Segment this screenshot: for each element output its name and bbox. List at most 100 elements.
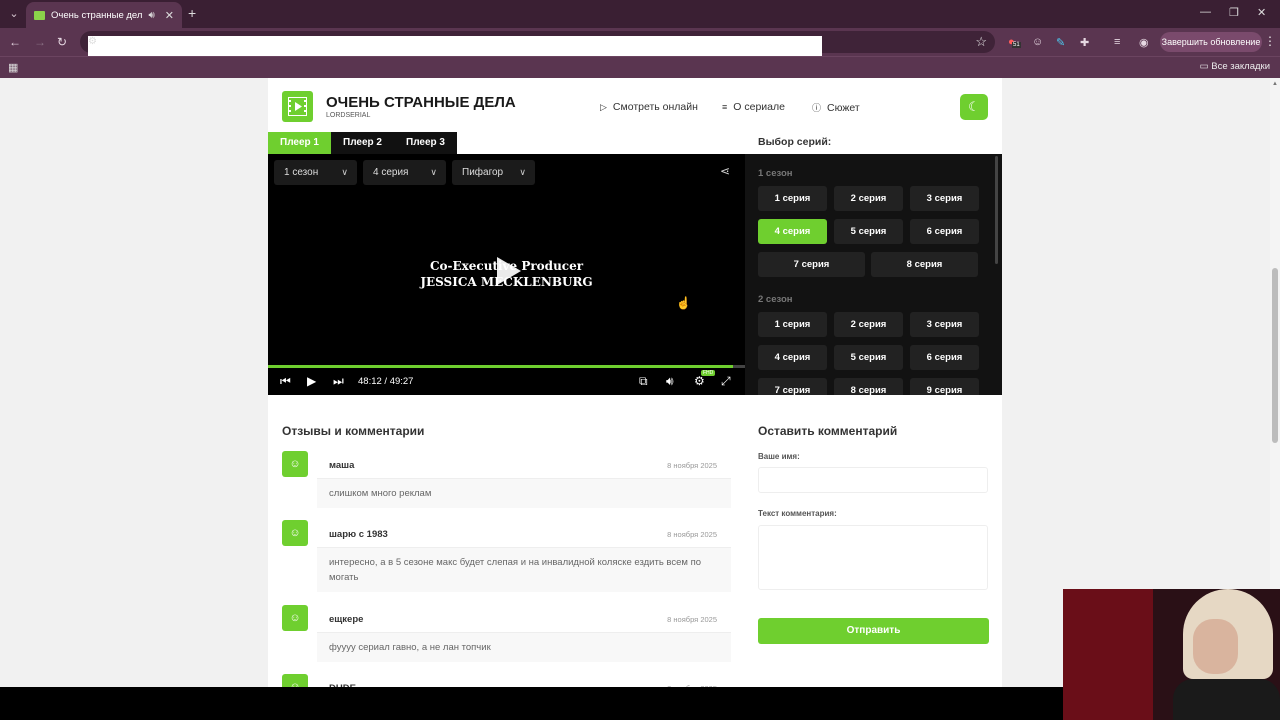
list-icon: ≡ xyxy=(722,102,728,112)
progress-fill xyxy=(268,365,734,368)
settings-gear-icon[interactable]: ⚙ xyxy=(694,374,705,388)
forward-icon[interactable]: → xyxy=(34,35,46,49)
browser-tab[interactable]: Очень странные дела Смо 🔊︎ ✕ xyxy=(26,2,182,28)
player-tab-3[interactable]: Плеер 3 xyxy=(394,132,457,154)
episode-button[interactable]: 2 серия xyxy=(834,186,903,211)
logo-icon[interactable] xyxy=(282,91,313,122)
season-heading: 1 сезон xyxy=(758,168,793,179)
episode-button[interactable]: 7 серия xyxy=(758,252,865,277)
episode-button[interactable]: 7 серия xyxy=(758,378,827,395)
site-title[interactable]: ОЧЕНЬ СТРАННЫЕ ДЕЛА xyxy=(326,94,516,111)
all-bookmarks-label: Все закладки xyxy=(1211,61,1270,72)
season-select[interactable]: 1 сезон ∨ xyxy=(274,160,357,185)
season-heading: 2 сезон xyxy=(758,294,793,305)
voice-select-value: Пифагор xyxy=(462,167,504,178)
url-text: ochen-strannye-dela-lordserials.ru xyxy=(104,36,256,47)
player-tab-2[interactable]: Плеер 2 xyxy=(331,132,394,154)
comment-text: слишком много реклам xyxy=(329,488,432,499)
picture-in-picture-icon[interactable]: ⧉ xyxy=(639,374,648,389)
comment-author: ещкере xyxy=(329,614,364,625)
webcam-background xyxy=(1063,589,1153,720)
next-icon[interactable]: ⏭︎ xyxy=(333,374,344,389)
apps-grid-icon[interactable]: ▦ xyxy=(8,61,18,74)
chevron-down-icon: ∨ xyxy=(341,167,348,177)
episode-select-value: 4 серия xyxy=(373,167,409,178)
episode-button[interactable]: 3 серия xyxy=(910,186,979,211)
restore-icon[interactable]: ❐ xyxy=(1229,6,1239,19)
comment-text-label: Текст комментария: xyxy=(758,509,837,518)
scroll-up-icon[interactable]: ▲ xyxy=(1272,81,1278,87)
dark-mode-moon-icon[interactable]: ☾ xyxy=(960,94,988,120)
profile-avatar-icon[interactable]: ◉ xyxy=(1139,36,1149,49)
episode-select-label: Выбор серий: xyxy=(758,136,832,148)
comment-card: DUDE 8 ноября 2025 xyxy=(317,674,731,687)
fullscreen-icon[interactable]: ⤢ xyxy=(721,374,731,389)
episode-button[interactable]: 5 серия xyxy=(834,219,903,244)
new-tab-button[interactable]: + xyxy=(188,5,196,21)
translate-extension-icon[interactable]: ✎ xyxy=(1056,36,1065,49)
comment-textarea[interactable] xyxy=(758,525,988,590)
episode-button[interactable]: 5 серия xyxy=(834,345,903,370)
user-avatar-icon: ☺ xyxy=(282,451,308,477)
episode-button[interactable]: 6 серия xyxy=(910,345,979,370)
comment-date: 8 ноября 2025 xyxy=(667,461,717,470)
volume-icon[interactable]: 🔊︎ xyxy=(666,374,674,389)
comment-card: шарю с 1983 8 ноября 2025 интересно, а в 5… xyxy=(317,520,731,592)
player-tab-1[interactable]: Плеер 1 xyxy=(268,132,331,154)
webcam-overlay xyxy=(1063,589,1280,720)
update-button[interactable]: Завершить обновление xyxy=(1160,32,1262,52)
browser-toolbar: ← → ↻ ⚙ ochen-strannye-dela-lordserials.… xyxy=(0,28,1280,645)
nav-plot-label: Сюжет xyxy=(827,101,860,114)
minimize-icon[interactable]: — xyxy=(1200,6,1211,18)
comment-date: 8 ноября 2025 xyxy=(667,615,717,624)
time-display: 48:12 / 49:27 xyxy=(358,376,414,387)
close-window-icon[interactable]: ✕ xyxy=(1257,6,1266,19)
previous-icon[interactable]: ⏮︎ xyxy=(280,374,291,389)
extension-badge: 51 xyxy=(1012,42,1021,48)
episode-button[interactable]: 6 серия xyxy=(910,219,979,244)
nav-about[interactable]: ≡ О сериале xyxy=(722,101,785,113)
all-bookmarks[interactable]: ▭ Все закладки xyxy=(1200,61,1270,72)
address-bar[interactable]: ⚙ ochen-strannye-dela-lordserials.ru ☆ xyxy=(80,31,995,645)
voice-select[interactable]: Пифагор ∨ xyxy=(452,160,535,185)
episode-button[interactable]: 1 серия xyxy=(758,312,827,337)
comment-card: маша 8 ноября 2025 слишком много реклам xyxy=(317,451,731,508)
episode-button[interactable]: 2 серия xyxy=(834,312,903,337)
video-player[interactable]: 1 сезон ∨ 4 серия ∨ Пифагор ∨ ⋖ Co-Execu… xyxy=(268,154,745,395)
episode-button[interactable]: 1 серия xyxy=(758,186,827,211)
big-play-icon[interactable] xyxy=(497,257,521,285)
reload-icon[interactable]: ↻ xyxy=(57,35,67,49)
close-tab-icon[interactable]: ✕ xyxy=(165,9,174,22)
comment-author: шарю с 1983 xyxy=(329,529,388,540)
submit-button[interactable]: Отправить xyxy=(758,618,989,644)
media-control-icon[interactable]: ≡ xyxy=(1114,36,1120,48)
nav-plot[interactable]: ⓘ Сюжет xyxy=(812,101,860,114)
play-icon[interactable]: ▶︎ xyxy=(307,374,316,388)
browser-tab-bar: ⌄ Очень странные дела Смо 🔊︎ ✕ + — ❐ ✕ xyxy=(0,0,1280,28)
cat-extension-icon[interactable]: ☺ xyxy=(1032,36,1043,48)
episode-select[interactable]: 4 серия ∨ xyxy=(363,160,446,185)
progress-bar[interactable] xyxy=(268,365,745,368)
share-icon[interactable]: ⋖ xyxy=(720,164,730,178)
episode-button[interactable]: 9 серия xyxy=(910,378,979,395)
hand-cursor-icon: ☝ xyxy=(676,296,691,310)
user-avatar-icon: ☺ xyxy=(282,520,308,546)
comment-author: маша xyxy=(329,460,355,471)
episode-button[interactable]: 4 серия xyxy=(758,219,827,244)
nav-watch-online[interactable]: ▷ Смотреть онлайн xyxy=(600,101,698,113)
episode-button[interactable]: 3 серия xyxy=(910,312,979,337)
episode-list-scrollbar[interactable] xyxy=(995,156,998,264)
extensions-puzzle-icon[interactable]: ✚ xyxy=(1080,36,1089,49)
back-icon[interactable]: ← xyxy=(9,35,21,49)
tab-search-icon[interactable]: ⌄ xyxy=(6,6,22,22)
episode-list[interactable]: 1 сезон 1 серия 2 серия 3 серия 4 серия 5 сер… xyxy=(745,154,1002,395)
episode-button[interactable]: 8 серия xyxy=(871,252,978,277)
bookmark-star-icon[interactable]: ☆ xyxy=(975,34,987,50)
audio-playing-icon[interactable]: 🔊︎ xyxy=(148,10,154,21)
episode-button[interactable]: 4 серия xyxy=(758,345,827,370)
webcam-person-face xyxy=(1193,619,1238,674)
menu-kebab-icon[interactable]: ⋮ xyxy=(1264,34,1276,48)
episode-button[interactable]: 8 серия xyxy=(834,378,903,395)
name-input[interactable] xyxy=(758,467,988,493)
scrollbar-thumb[interactable] xyxy=(1272,268,1278,443)
